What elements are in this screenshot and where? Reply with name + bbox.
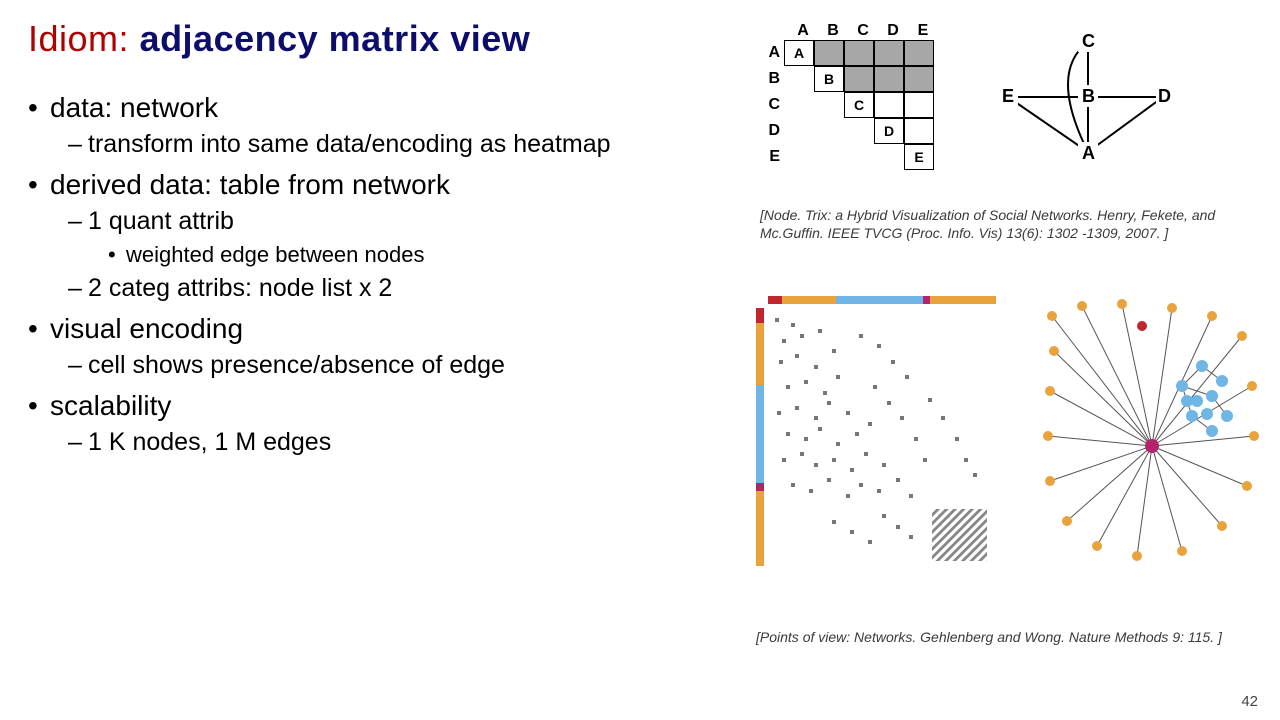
matrix-cell <box>874 40 904 66</box>
matrix-cell <box>874 92 904 118</box>
matrix-cell: E <box>904 144 934 170</box>
bullet-l2: 1 quant attrib <box>68 207 718 236</box>
col-label: D <box>878 22 908 40</box>
col-label: B <box>818 22 848 40</box>
bullet-l2: cell shows presence/absence of edge <box>68 351 718 380</box>
matrix-cell: B <box>814 66 844 92</box>
matrix-cell: D <box>874 118 904 144</box>
title-name: adjacency matrix view <box>140 18 531 59</box>
col-label: C <box>848 22 878 40</box>
matrix-cell <box>904 118 934 144</box>
bullet-l1: data: network <box>28 92 718 124</box>
bullet-l2: transform into same data/encoding as hea… <box>68 130 718 159</box>
bullet-l1: scalability <box>28 390 718 422</box>
bullet-outline: data: network transform into same data/e… <box>28 92 718 463</box>
node-label: C <box>1082 31 1095 51</box>
page-number: 42 <box>1241 693 1258 710</box>
nodelink-large <box>1042 296 1262 566</box>
figure-top-right: A B C D E A A B B <box>760 22 1260 192</box>
row-label: D <box>760 122 784 140</box>
adjacency-matrix-small: A B C D E A A B B <box>760 22 938 192</box>
node-label: B <box>1082 86 1095 106</box>
bullet-l2: 2 categ attribs: node list x 2 <box>68 274 718 303</box>
citation-pov: [Points of view: Networks. Gehlenberg an… <box>756 628 1256 646</box>
matrix-cell <box>814 40 844 66</box>
col-label: E <box>908 22 938 40</box>
node-label: D <box>1158 86 1171 106</box>
bullet-l3: weighted edge between nodes <box>108 242 718 268</box>
matrix-cell <box>904 92 934 118</box>
row-label: A <box>760 44 784 62</box>
title-idiom: Idiom: <box>28 18 140 59</box>
nodelink-small: C B E D A <box>988 22 1188 172</box>
matrix-cell <box>904 66 934 92</box>
row-label: B <box>760 70 784 88</box>
bullet-l1: derived data: table from network <box>28 169 718 201</box>
citation-nodetrix: [Node. Trix: a Hybrid Visualization of S… <box>760 206 1220 242</box>
matrix-cell <box>874 66 904 92</box>
node-label: E <box>1002 86 1014 106</box>
matrix-cell <box>844 66 874 92</box>
slide-title: Idiom: adjacency matrix view <box>28 18 530 60</box>
matrix-cell: A <box>784 40 814 66</box>
bullet-l1: visual encoding <box>28 313 718 345</box>
matrix-cell <box>904 40 934 66</box>
matrix-cell <box>844 40 874 66</box>
figure-bottom-right <box>756 296 1266 586</box>
adjacency-matrix-large <box>756 296 996 566</box>
matrix-cell: C <box>844 92 874 118</box>
bullet-l2: 1 K nodes, 1 M edges <box>68 428 718 457</box>
row-label: E <box>760 148 784 166</box>
row-label: C <box>760 96 784 114</box>
node-label: A <box>1082 143 1095 163</box>
col-label: A <box>788 22 818 40</box>
